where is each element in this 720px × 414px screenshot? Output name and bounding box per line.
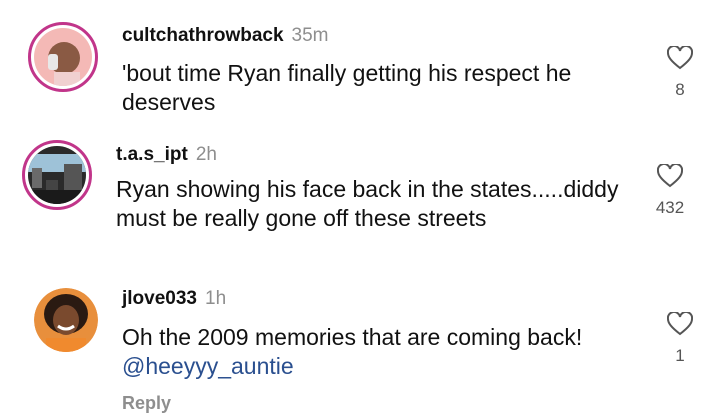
heart-icon[interactable] (652, 164, 688, 188)
person-on-phone-avatar-icon (34, 28, 92, 86)
divider: - - - - - (122, 126, 182, 132)
comment-meta: cultchathrowback 35m (122, 24, 329, 48)
like-control: 1 (662, 312, 698, 366)
timestamp: 1h (205, 288, 227, 309)
username[interactable]: cultchathrowback (122, 25, 284, 46)
city-street-avatar-icon (28, 146, 86, 204)
smiling-woman-avatar-icon (34, 288, 98, 352)
comment-text: Oh the 2009 memories that are coming bac… (122, 323, 632, 381)
like-control: 8 (662, 46, 698, 100)
like-count: 1 (675, 346, 685, 365)
username[interactable]: jlove033 (122, 288, 197, 309)
avatar[interactable] (28, 22, 98, 92)
heart-icon[interactable] (662, 312, 698, 336)
like-count: 432 (655, 198, 685, 217)
username[interactable]: t.a.s_ipt (116, 144, 188, 165)
comment-meta: t.a.s_ipt 2h (116, 143, 217, 167)
reply-button[interactable]: Reply (122, 393, 171, 414)
comment-text: 'bout time Ryan finally getting his resp… (122, 60, 572, 115)
avatar[interactable] (34, 288, 98, 352)
mention-link[interactable]: @heeyyy_auntie (122, 352, 632, 381)
avatar[interactable] (22, 140, 92, 210)
comment-body: Oh the 2009 memories that are coming bac… (122, 324, 583, 350)
like-control: 432 (652, 164, 688, 218)
timestamp: 35m (291, 25, 329, 46)
heart-icon[interactable] (662, 46, 698, 70)
like-count: 8 (675, 80, 685, 99)
timestamp: 2h (195, 144, 217, 165)
comment-text: Ryan showing his face back in the states… (116, 176, 619, 231)
comment-meta: jlove033 1h (122, 287, 226, 311)
